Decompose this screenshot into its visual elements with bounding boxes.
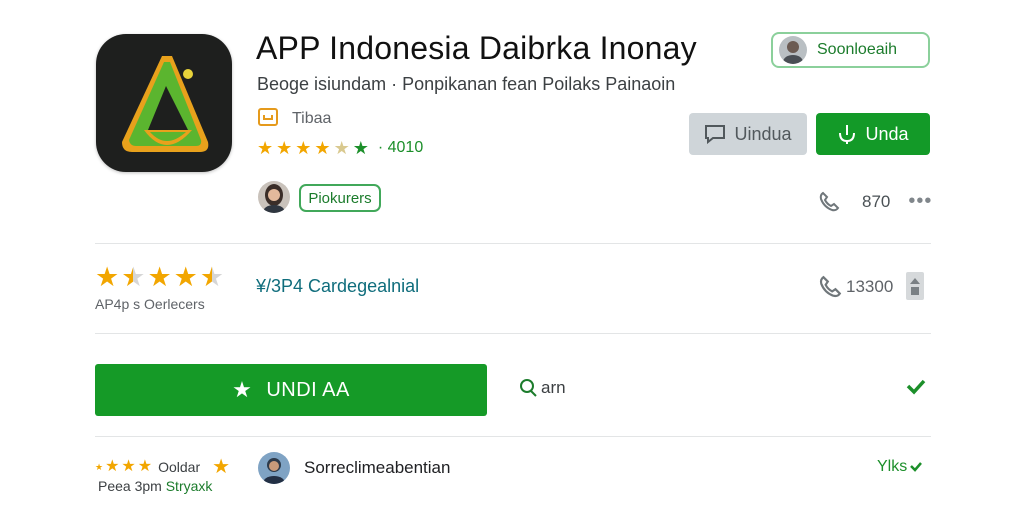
search-link-label: arn xyxy=(541,378,566,397)
more-icon[interactable]: ••• xyxy=(908,190,932,213)
star-icon: ★ xyxy=(295,138,312,158)
search-icon xyxy=(520,379,537,397)
star-icon: ★ xyxy=(95,461,104,472)
app-subtitle: Beoge isiundam · Ponpikanan fean Poilaks… xyxy=(257,74,676,94)
big-install-label: UNDI AA xyxy=(266,378,350,401)
profile-stats: 870 ••• xyxy=(818,190,932,213)
divider xyxy=(95,436,931,437)
rating-value: · 4010 xyxy=(377,139,424,156)
header-chip-label: Soonloeaih xyxy=(817,41,898,58)
phone-icon xyxy=(819,275,842,298)
reply-link-label: Ylks xyxy=(877,458,908,475)
star-half-icon: ★ xyxy=(199,262,225,292)
star-icon: ★ xyxy=(147,262,172,292)
rating-link[interactable]: ¥/3P4 Cardegealnial xyxy=(256,276,419,297)
install-label: Unda xyxy=(865,123,909,144)
star-icon: ★ xyxy=(232,377,253,402)
star-icon: ★ xyxy=(173,262,198,292)
divider xyxy=(95,243,931,244)
review-meta-link[interactable]: Stryaxk xyxy=(166,478,213,494)
avatar[interactable] xyxy=(258,452,290,484)
reply-link[interactable]: Ylks xyxy=(877,458,923,476)
star-icon: ★ xyxy=(105,458,120,475)
star-icon: ★ xyxy=(257,138,274,158)
search-link[interactable]: arn xyxy=(517,377,566,399)
install-button[interactable]: Unda xyxy=(816,113,930,155)
check-icon xyxy=(910,462,923,472)
mic-icon xyxy=(839,125,856,144)
secondary-install-label: Uindua xyxy=(734,123,792,144)
check-icon[interactable] xyxy=(905,378,927,401)
rating-stats: 13300 xyxy=(818,275,893,299)
star-icon: ★ xyxy=(95,262,120,292)
app-title: APP Indonesia Daibrka Inonay xyxy=(256,30,697,66)
star-half-icon: ★ xyxy=(121,262,146,292)
review-label: Ooldar xyxy=(158,459,201,475)
big-install-button[interactable]: ★ UNDI AA xyxy=(95,364,487,416)
square-icon xyxy=(911,286,919,295)
star-icon: ★ xyxy=(212,456,231,478)
app-rating: ★ ★ ★ ★ ★ ★ · 4010 xyxy=(257,139,423,157)
caret-up-icon xyxy=(910,277,920,284)
developer-badge-icon xyxy=(258,108,278,126)
star-icon: ★ xyxy=(352,138,369,158)
secondary-install-button[interactable]: Uindua xyxy=(689,113,807,155)
profile-count: 870 xyxy=(862,191,891,211)
reviewer-name[interactable]: Sorreclimeabentian xyxy=(304,458,450,478)
review-meta: Peea 3pm Stryaxk xyxy=(98,478,212,494)
review-stars: ★ ★ ★ ★ Ooldar ★ xyxy=(95,457,230,477)
review-meta-text: Peea 3pm xyxy=(98,478,162,494)
avatar xyxy=(779,36,807,64)
star-icon: ★ xyxy=(276,138,293,158)
star-icon: ★ xyxy=(121,458,136,475)
comment-icon xyxy=(705,125,726,144)
app-icon xyxy=(96,34,232,172)
profile-chip[interactable]: Piokurers xyxy=(299,184,381,212)
sort-toggle[interactable] xyxy=(906,272,924,300)
star-icon: ★ xyxy=(333,138,350,158)
divider xyxy=(95,333,931,334)
star-icon: ★ xyxy=(314,138,331,158)
header-chip[interactable]: Soonloeaih xyxy=(771,32,930,68)
rating-stars: ★ ★ ★ ★ ★ xyxy=(95,264,224,291)
star-icon: ★ xyxy=(137,458,153,475)
rating-count: 13300 xyxy=(846,277,894,296)
avatar[interactable] xyxy=(258,181,290,213)
phone-icon xyxy=(819,191,840,211)
rating-caption: AP4p s Oerlecers xyxy=(95,296,205,312)
developer-name[interactable]: Tibaa xyxy=(292,110,331,128)
